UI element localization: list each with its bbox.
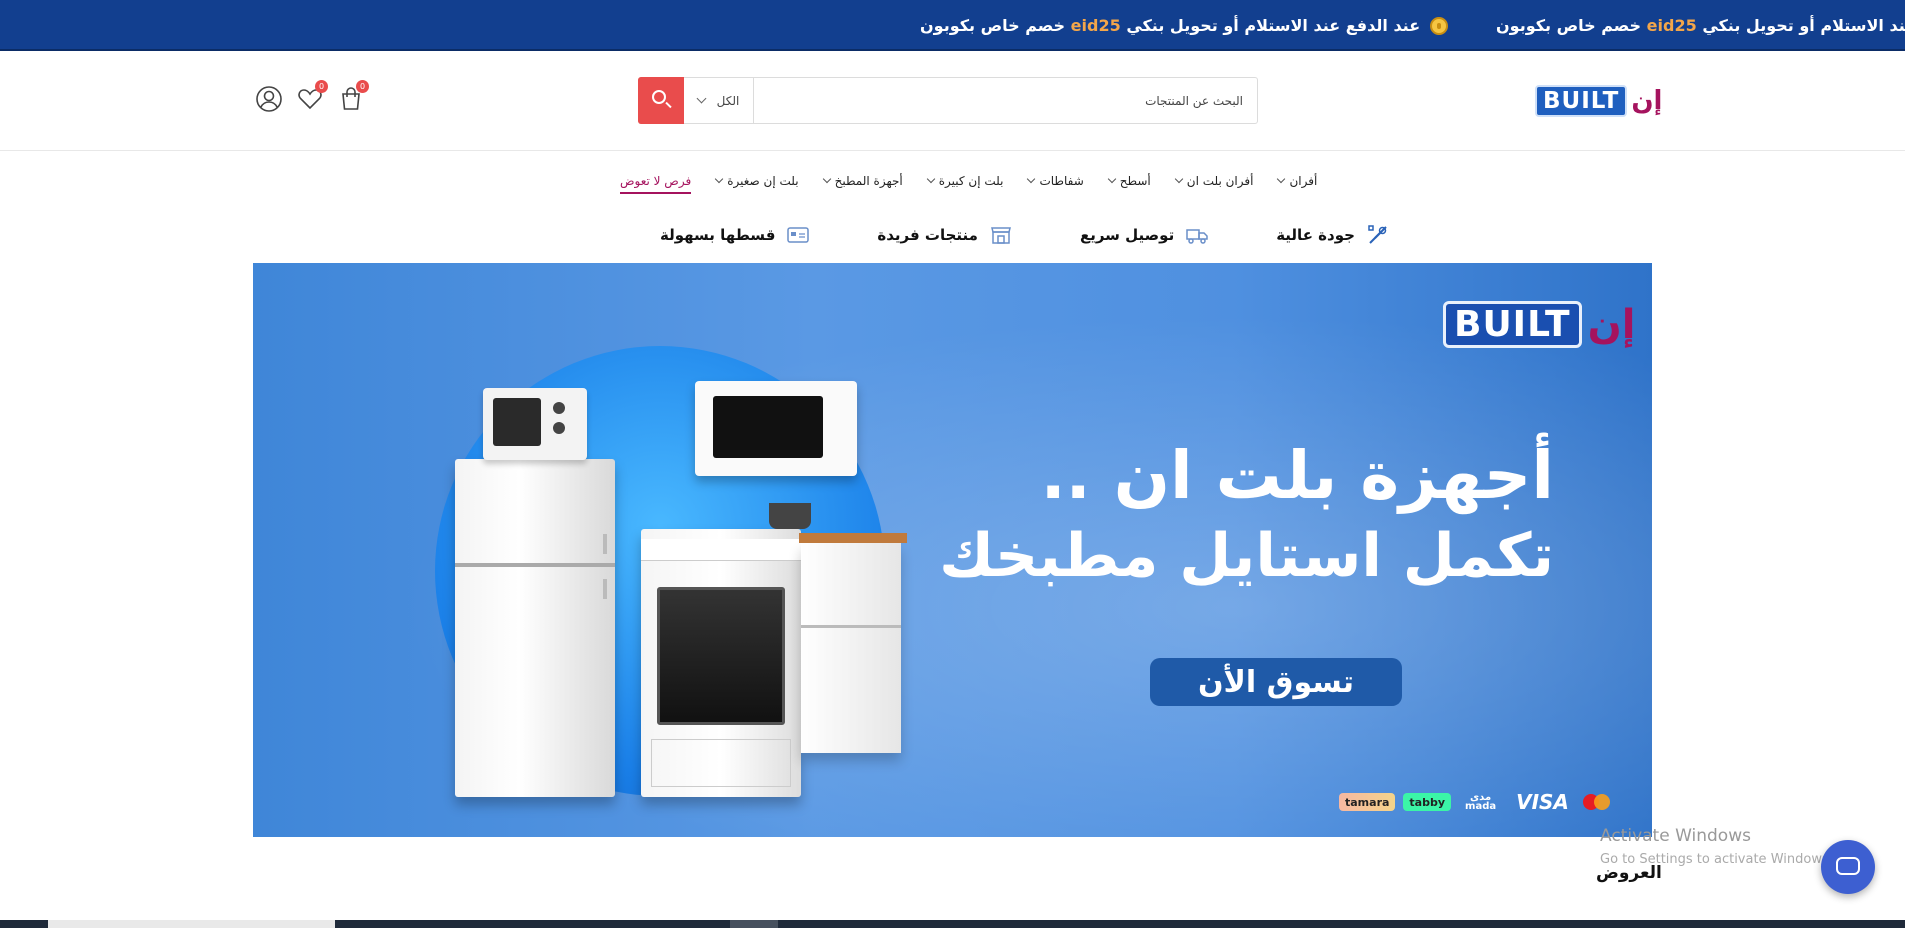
nav-item-hobs[interactable]: أسطح xyxy=(1107,174,1151,188)
shop-now-button[interactable]: تسوق الأن xyxy=(1150,658,1402,706)
cart-button[interactable]: 0 xyxy=(337,80,369,113)
announcement-prefix: خصم خاص بكوبون xyxy=(920,16,1066,35)
feature-unique: منتجات فريدة xyxy=(877,224,1012,246)
coupon-code: eid25 xyxy=(1646,16,1697,35)
small-microwave-image xyxy=(483,388,587,460)
cabinet-image xyxy=(799,533,907,753)
nav-item-builtin-ovens[interactable]: أفران بلت ان xyxy=(1174,174,1254,188)
announcement-suffix: عند الدفع عند الاستلام أو تحويل بنكي xyxy=(1126,16,1421,35)
wishlist-button[interactable]: 0 xyxy=(296,80,328,113)
banner-logo-text: BUILT xyxy=(1443,301,1582,348)
announcement-prefix: خصم خاص بكوبون xyxy=(1496,16,1642,35)
account-button[interactable] xyxy=(255,85,283,113)
feature-label: منتجات فريدة xyxy=(877,226,978,244)
chevron-down-icon xyxy=(696,93,707,104)
feature-quality: جودة عالية xyxy=(1276,224,1389,246)
nav-item-label: فرص لا تعوض xyxy=(620,174,692,188)
nav-item-label: أفران بلت ان xyxy=(1186,174,1254,188)
card-icon xyxy=(787,227,810,243)
coin-icon xyxy=(1430,16,1449,35)
chevron-down-icon xyxy=(1277,174,1286,184)
main-nav: أفران أفران بلت ان أسطح شفاطات بلت إن كب… xyxy=(620,168,1317,194)
fridge-image xyxy=(455,459,615,797)
store-icon xyxy=(991,227,1011,244)
mada-logo: مدى mada xyxy=(1459,793,1502,812)
chevron-down-icon xyxy=(1174,174,1183,184)
feature-delivery: توصيل سريع xyxy=(1080,224,1208,246)
nav-item-label: بلت إن كبيرة xyxy=(938,174,1004,188)
nav-item-label: أجهزة المطبخ xyxy=(834,174,903,188)
chevron-down-icon xyxy=(714,174,724,184)
announcement-suffix: عند الدفع عند الاستلام أو تحويل بنكي xyxy=(1702,16,1905,35)
visa-logo: VISA xyxy=(1516,790,1569,814)
pot-image xyxy=(769,503,811,529)
tamara-logo: tamara xyxy=(1339,793,1396,811)
chevron-down-icon xyxy=(1107,174,1117,184)
nav-item-deals[interactable]: فرص لا تعوض xyxy=(620,174,692,194)
features-row: جودة عالية توصيل سريع منتجات فريدة قسطها… xyxy=(660,224,1389,246)
banner-headline: أجهزة بلت ان .. تكمل استايل مطبخك xyxy=(939,438,1554,591)
logo-text: BUILT xyxy=(1535,85,1628,117)
nav-item-label: شفاطات xyxy=(1039,174,1084,188)
nav-item-ovens[interactable]: أفران xyxy=(1277,174,1318,188)
section-title-offers: العروض xyxy=(1596,863,1662,883)
truck-icon xyxy=(1186,229,1208,244)
wishlist-count-badge: 0 xyxy=(315,80,328,93)
tabby-logo: tabby xyxy=(1403,793,1452,811)
banner-logo: BUILT إن xyxy=(1443,301,1635,348)
coupon-code: eid25 xyxy=(1070,16,1121,35)
hero-banner[interactable]: BUILT إن أجهزة بلت ان .. تكمل استايل مطب… xyxy=(253,263,1652,837)
chevron-down-icon xyxy=(1027,174,1036,184)
category-select[interactable]: الكل xyxy=(684,78,754,123)
mada-latin: mada xyxy=(1465,801,1497,812)
chevron-down-icon xyxy=(926,174,935,184)
user-icon xyxy=(256,86,282,112)
nav-item-label: أسطح xyxy=(1119,174,1151,188)
payment-methods: tamara tabby مدى mada VISA xyxy=(1339,790,1613,814)
header-actions: 0 0 xyxy=(255,80,369,113)
chat-icon xyxy=(1836,857,1860,875)
os-taskbar xyxy=(0,920,1905,928)
nav-item-label: أفران xyxy=(1289,174,1318,188)
nav-item-label: بلت إن صغيرة xyxy=(727,174,799,188)
banner-line-2: تكمل استايل مطبخك xyxy=(939,520,1554,591)
mastercard-logo xyxy=(1582,793,1613,811)
announcement-bar: عند الدفع عند الاستلام أو تحويل بنكي eid… xyxy=(0,0,1905,51)
feature-installments: قسطها بسهولة xyxy=(660,224,810,246)
stove-image xyxy=(641,529,801,797)
category-selected: الكل xyxy=(716,93,740,108)
nav-item-large-builtin[interactable]: بلت إن كبيرة xyxy=(926,174,1004,188)
nav-item-hoods[interactable]: شفاطات xyxy=(1027,174,1084,188)
nav-item-kitchen-appliances[interactable]: أجهزة المطبخ xyxy=(822,174,903,188)
feature-label: جودة عالية xyxy=(1276,226,1355,244)
nav-item-small-builtin[interactable]: بلت إن صغيرة xyxy=(714,174,799,188)
cart-count-badge: 0 xyxy=(356,80,369,93)
taskbar-app[interactable] xyxy=(48,920,335,928)
search-input[interactable] xyxy=(754,78,1257,123)
site-header: BUILT إن الكل 0 0 xyxy=(0,51,1905,151)
search-button[interactable] xyxy=(638,77,684,124)
windows-watermark-title: Activate Windows xyxy=(1600,826,1751,846)
announcement-message-repeat: عند الدفع عند الاستلام أو تحويل بنكي eid… xyxy=(1496,0,1905,49)
banner-logo-arabic: إن xyxy=(1587,301,1636,348)
feature-label: قسطها بسهولة xyxy=(660,226,776,244)
logo-arabic: إن xyxy=(1631,86,1663,116)
wall-microwave-image xyxy=(695,381,857,476)
search-bar: الكل xyxy=(638,77,1258,124)
taskbar-app[interactable] xyxy=(730,920,778,928)
chevron-down-icon xyxy=(822,174,831,184)
banner-line-1: أجهزة بلت ان .. xyxy=(1040,437,1554,514)
site-logo[interactable]: BUILT إن xyxy=(1535,85,1662,117)
announcement-message: عند الدفع عند الاستلام أو تحويل بنكي eid… xyxy=(920,0,1449,49)
feature-label: توصيل سريع xyxy=(1079,226,1175,244)
tools-icon xyxy=(1368,225,1387,244)
search-icon xyxy=(652,90,666,104)
chat-button[interactable] xyxy=(1821,840,1875,894)
